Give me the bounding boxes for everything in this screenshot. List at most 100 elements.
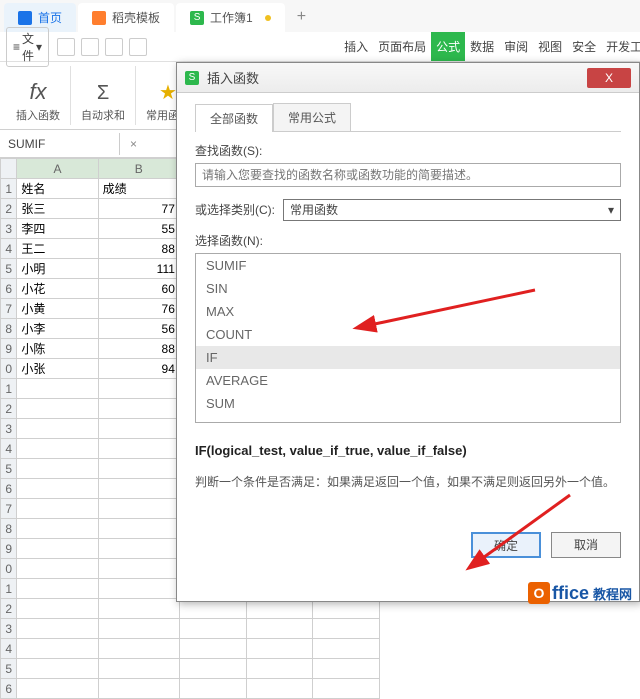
tab-templates[interactable]: 稻壳模板 [78, 3, 174, 32]
hamburger-icon: ≡ [13, 40, 20, 54]
unsaved-dot-icon [265, 15, 271, 21]
watermark-text: ffice [552, 583, 589, 604]
function-list-item[interactable]: SUM [196, 392, 620, 415]
qat-print-icon[interactable] [81, 38, 99, 56]
row-header[interactable]: 5 [1, 259, 17, 279]
row-header[interactable]: 8 [1, 519, 17, 539]
table-row[interactable]: 3 [1, 619, 380, 639]
cell[interactable]: 88 [98, 239, 179, 259]
row-header[interactable]: 1 [1, 379, 17, 399]
row-header[interactable]: 8 [1, 319, 17, 339]
cell[interactable]: 60 [98, 279, 179, 299]
row-header[interactable]: 4 [1, 639, 17, 659]
row-header[interactable]: 1 [1, 579, 17, 599]
col-header-b[interactable]: B [98, 159, 179, 179]
row-header[interactable]: 6 [1, 279, 17, 299]
qat-redo-icon[interactable] [129, 38, 147, 56]
cell[interactable]: 76 [98, 299, 179, 319]
cell[interactable]: 李四 [17, 219, 98, 239]
cell[interactable]: 小李 [17, 319, 98, 339]
cell[interactable]: 88 [98, 339, 179, 359]
menu-view[interactable]: 视图 [533, 32, 567, 61]
row-header[interactable]: 4 [1, 439, 17, 459]
dialog-close-button[interactable]: X [587, 68, 631, 88]
file-menu-label: 文件 [22, 30, 34, 64]
ribbon-autosum[interactable]: Σ 自动求和 [71, 66, 136, 125]
dialog-tab-all[interactable]: 全部函数 [195, 104, 273, 132]
row-header[interactable]: 2 [1, 599, 17, 619]
ribbon-insert-function[interactable]: fx 插入函数 [6, 66, 71, 125]
dialog-titlebar[interactable]: S 插入函数 X [177, 63, 639, 93]
row-header[interactable]: 2 [1, 399, 17, 419]
cell[interactable]: 成绩 [98, 179, 179, 199]
name-box[interactable]: SUMIF [0, 133, 120, 155]
chevron-down-icon: ▾ [36, 40, 42, 54]
tab-workbook[interactable]: S 工作簿1 [176, 3, 285, 32]
cell[interactable]: 张三 [17, 199, 98, 219]
function-list-item[interactable]: SIN [196, 277, 620, 300]
select-all-corner[interactable] [1, 159, 17, 179]
row-header[interactable]: 0 [1, 359, 17, 379]
cell[interactable]: 56 [98, 319, 179, 339]
dialog-tab-common[interactable]: 常用公式 [273, 103, 351, 131]
qat-save-icon[interactable] [57, 38, 75, 56]
cell[interactable]: 55 [98, 219, 179, 239]
row-header[interactable]: 9 [1, 339, 17, 359]
row-header[interactable]: 3 [1, 219, 17, 239]
dialog-tabs: 全部函数 常用公式 [195, 103, 621, 132]
category-select[interactable]: 常用函数 ▾ [283, 199, 621, 221]
row-header[interactable]: 4 [1, 239, 17, 259]
cell[interactable]: 小张 [17, 359, 98, 379]
cell[interactable]: 小明 [17, 259, 98, 279]
function-list-item[interactable]: MAX [196, 300, 620, 323]
menu-review[interactable]: 审阅 [499, 32, 533, 61]
cell[interactable]: 77 [98, 199, 179, 219]
row-header[interactable]: 1 [1, 179, 17, 199]
row-header[interactable]: 5 [1, 659, 17, 679]
row-header[interactable]: 9 [1, 539, 17, 559]
find-function-input[interactable] [195, 163, 621, 187]
add-tab-button[interactable]: + [287, 2, 316, 32]
function-list-item[interactable]: COUNT [196, 323, 620, 346]
app-tab-bar: 首页 稻壳模板 S 工作簿1 + [0, 0, 640, 32]
home-icon [18, 11, 32, 25]
row-header[interactable]: 0 [1, 559, 17, 579]
cell[interactable]: 小陈 [17, 339, 98, 359]
cancel-button[interactable]: 取消 [551, 532, 621, 558]
function-list-item[interactable]: SUMIF [196, 254, 620, 277]
row-header[interactable]: 7 [1, 299, 17, 319]
row-header[interactable]: 6 [1, 679, 17, 699]
function-list[interactable]: SUMIFSINMAXCOUNTIFAVERAGESUM [195, 253, 621, 423]
category-label: 或选择类别(C): [195, 201, 275, 218]
table-row[interactable]: 6 [1, 679, 380, 699]
function-list-item[interactable]: AVERAGE [196, 369, 620, 392]
cell[interactable]: 94 [98, 359, 179, 379]
row-header[interactable]: 6 [1, 479, 17, 499]
table-row[interactable]: 5 [1, 659, 380, 679]
menu-security[interactable]: 安全 [567, 32, 601, 61]
menu-pagelayout[interactable]: 页面布局 [373, 32, 431, 61]
cell[interactable]: 王二 [17, 239, 98, 259]
ok-button[interactable]: 确定 [471, 532, 541, 558]
menu-devtools[interactable]: 开发工具 [601, 32, 640, 61]
table-row[interactable]: 4 [1, 639, 380, 659]
row-header[interactable]: 7 [1, 499, 17, 519]
cancel-formula-button[interactable]: × [120, 137, 147, 151]
cell[interactable]: 姓名 [17, 179, 98, 199]
row-header[interactable]: 2 [1, 199, 17, 219]
watermark: O ffice 教程网 [528, 582, 632, 604]
menu-insert[interactable]: 插入 [339, 32, 373, 61]
qat-undo-icon[interactable] [105, 38, 123, 56]
col-header-a[interactable]: A [17, 159, 98, 179]
cell[interactable]: 111 [98, 259, 179, 279]
menu-formula[interactable]: 公式 [431, 32, 465, 61]
function-list-item[interactable]: IF [196, 346, 620, 369]
cell[interactable]: 小花 [17, 279, 98, 299]
row-header[interactable]: 3 [1, 619, 17, 639]
menu-data[interactable]: 数据 [465, 32, 499, 61]
row-header[interactable]: 3 [1, 419, 17, 439]
cell[interactable]: 小黄 [17, 299, 98, 319]
row-header[interactable]: 5 [1, 459, 17, 479]
ribbon-insert-function-label: 插入函数 [16, 107, 60, 123]
file-menu[interactable]: ≡ 文件 ▾ [6, 27, 49, 67]
